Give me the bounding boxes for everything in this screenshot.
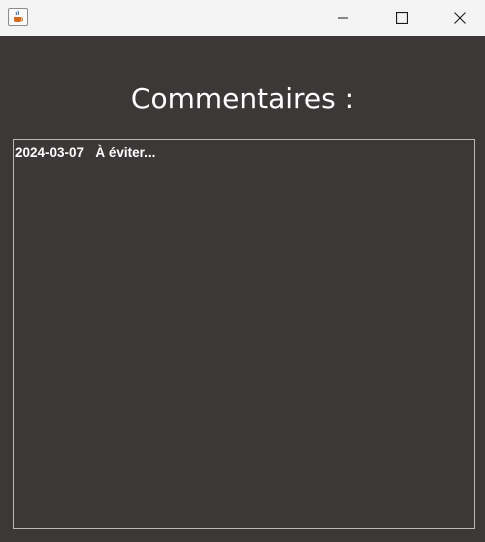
comment-item: 2024-03-07 À éviter... [15,145,155,161]
application-window: Commentaires : 2024-03-07 À éviter... [0,0,485,542]
page-title: Commentaires : [130,82,355,115]
comment-text: À éviter... [95,145,156,160]
minimize-icon [338,17,348,19]
minimize-button[interactable] [314,0,372,36]
maximize-button[interactable] [373,0,431,36]
title-bar[interactable] [0,0,485,36]
java-cup-icon[interactable] [8,8,28,26]
comment-date: 2024-03-07 [15,145,85,160]
maximize-icon [396,12,408,24]
comments-list[interactable]: 2024-03-07 À éviter... [13,139,475,529]
close-icon [454,12,466,24]
close-button[interactable] [431,0,485,36]
